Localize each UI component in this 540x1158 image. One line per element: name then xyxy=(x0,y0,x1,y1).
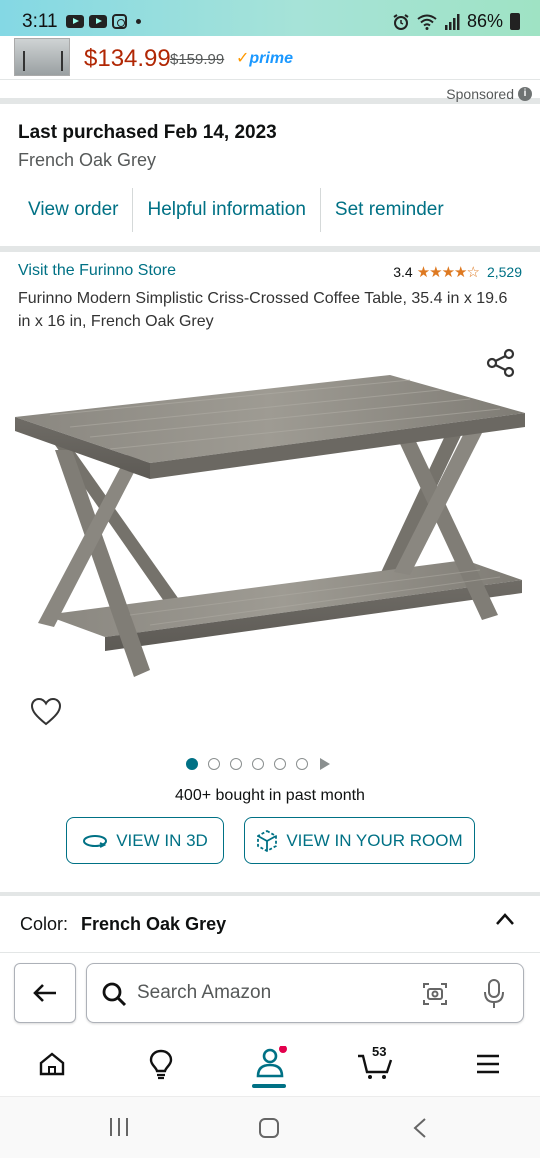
helpful-information-link[interactable]: Helpful information xyxy=(133,188,321,232)
more-notifications-icon xyxy=(136,19,141,24)
purchase-actions: View order Helpful information Set remin… xyxy=(14,188,458,232)
carousel-dot[interactable] xyxy=(296,758,308,770)
prime-label: prime xyxy=(249,50,293,67)
search-input[interactable] xyxy=(137,976,407,1010)
nav-home[interactable] xyxy=(32,1044,72,1084)
battery-percent: 86% xyxy=(466,11,503,31)
view-order-link[interactable]: View order xyxy=(14,188,134,232)
sponsored-text: Sponsored xyxy=(446,86,514,102)
view-in-room-label: VIEW IN YOUR ROOM xyxy=(286,830,463,850)
prime-check-icon: ✓ xyxy=(236,50,250,67)
carousel-dot[interactable] xyxy=(252,758,264,770)
carousel-dot[interactable] xyxy=(186,758,198,770)
android-navigation-bar xyxy=(0,1096,540,1158)
purchased-variant: French Oak Grey xyxy=(18,150,157,170)
carousel-dot[interactable] xyxy=(230,758,242,770)
view-in-room-button[interactable]: VIEW IN YOUR ROOM xyxy=(244,817,475,864)
color-label: Color: xyxy=(20,914,69,934)
rating-count[interactable]: 2,529 xyxy=(487,264,522,280)
sponsored-label[interactable]: Sponsored i xyxy=(446,86,532,102)
account-icon xyxy=(256,1046,287,1078)
search-bar-area xyxy=(0,952,540,1034)
rating-summary[interactable]: 3.4 ★★★★☆ 2,529 xyxy=(393,263,522,281)
search-icon xyxy=(102,982,127,1007)
ar-cube-icon xyxy=(257,829,278,852)
signal-icon xyxy=(444,13,460,30)
color-selector[interactable]: Color: French Oak Grey xyxy=(20,914,226,935)
battery-icon xyxy=(510,13,520,30)
rating-value: 3.4 xyxy=(393,264,413,280)
heart-icon[interactable] xyxy=(30,697,62,727)
system-icons: 86% xyxy=(392,11,520,32)
system-back-icon[interactable] xyxy=(412,1117,428,1139)
info-icon[interactable]: i xyxy=(518,87,532,101)
alarm-icon xyxy=(393,13,409,30)
arrow-left-icon xyxy=(33,984,56,1002)
view-in-3d-label: VIEW IN 3D xyxy=(116,830,208,850)
carousel-dot[interactable] xyxy=(208,758,220,770)
prime-badge: ✓prime xyxy=(236,48,293,68)
recent-apps-icon[interactable] xyxy=(108,1117,130,1137)
instagram-icon xyxy=(112,14,127,29)
menu-icon xyxy=(477,1054,499,1074)
wifi-icon xyxy=(417,14,437,30)
home-button-icon[interactable] xyxy=(258,1117,280,1139)
camera-search-icon[interactable] xyxy=(421,980,449,1008)
view-in-3d-button[interactable]: VIEW IN 3D xyxy=(66,817,224,864)
image-carousel-dots[interactable] xyxy=(186,758,330,770)
set-reminder-link[interactable]: Set reminder xyxy=(321,188,458,232)
last-purchased-heading: Last purchased Feb 14, 2023 xyxy=(18,122,277,143)
search-box[interactable] xyxy=(86,963,524,1023)
youtube-icon xyxy=(66,15,84,28)
video-play-icon[interactable] xyxy=(320,758,330,770)
visit-store-link[interactable]: Visit the Furinno Store xyxy=(18,262,176,280)
nav-menu[interactable] xyxy=(468,1044,508,1084)
product-image[interactable] xyxy=(10,365,530,685)
nav-cart[interactable]: 53 xyxy=(356,1044,396,1084)
notification-icons xyxy=(66,14,141,29)
active-tab-indicator xyxy=(252,1084,286,1088)
product-title: Furinno Modern Simplistic Criss-Crossed … xyxy=(18,290,508,330)
product-thumbnail[interactable] xyxy=(14,38,70,76)
back-button[interactable] xyxy=(14,963,76,1023)
microphone-icon[interactable] xyxy=(483,978,505,1010)
home-icon xyxy=(39,1052,65,1076)
nav-inspire[interactable] xyxy=(141,1044,181,1084)
chevron-up-icon[interactable] xyxy=(494,910,516,928)
lightbulb-icon xyxy=(149,1049,173,1080)
sponsored-list-price: $159.99 xyxy=(170,51,225,68)
nav-account[interactable] xyxy=(250,1044,290,1084)
rating-stars-icon: ★★★★☆ xyxy=(416,264,480,281)
divider xyxy=(0,892,540,896)
status-time: 3:11 xyxy=(22,11,58,32)
bought-past-month: 400+ bought in past month xyxy=(175,787,365,804)
youtube-music-icon xyxy=(89,15,107,28)
color-value: French Oak Grey xyxy=(81,914,227,934)
sponsored-price: $134.99 xyxy=(84,45,171,72)
carousel-dot[interactable] xyxy=(274,758,286,770)
rotate-3d-icon xyxy=(83,834,108,848)
divider xyxy=(0,246,540,252)
cart-count: 53 xyxy=(372,1044,387,1059)
bottom-navigation: 53 xyxy=(0,1034,540,1096)
